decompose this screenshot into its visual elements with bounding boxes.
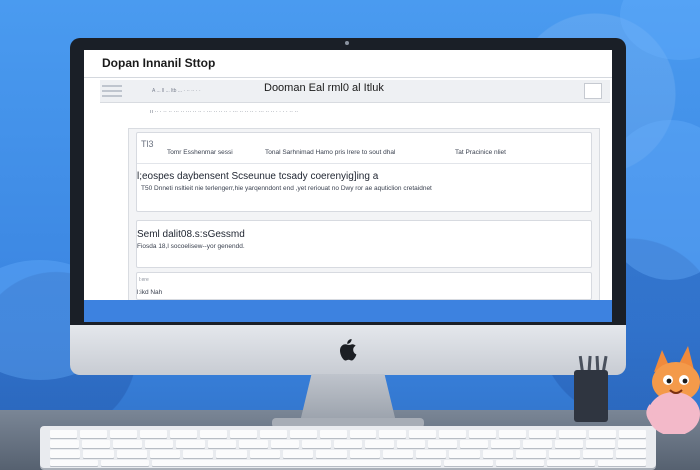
sub-navigation[interactable]: ıı ·· · ·· ·· ··· ·· ··· ·· ·· · ··· ·· … — [150, 109, 570, 115]
card-tag: Tl3 — [141, 139, 154, 149]
window-control-button[interactable] — [584, 83, 602, 99]
page-title: Dooman Eal rml0 al Itluk — [264, 82, 384, 94]
divider — [84, 77, 612, 78]
breadcrumb: A ... ll ... ltb ... · ·· ·· · · — [152, 88, 201, 94]
status-bar — [84, 300, 612, 322]
apple-logo-icon — [340, 339, 357, 361]
cartoon-creature-icon — [646, 346, 700, 434]
keyboard — [40, 426, 656, 468]
app-title: Dopan Innanil Sttop — [102, 56, 216, 70]
table-cell: Tomr Esshenmar sessi — [167, 149, 233, 156]
table-cell: Tat Pracinice nliet — [455, 149, 506, 156]
card-heading: Seml dalit08.s:sGessmd — [137, 229, 245, 240]
pen-holder — [574, 370, 608, 422]
table-cell: Tonal Sarhnimad Hamo pris lrere to sout … — [265, 149, 396, 156]
content-card[interactable]: Seml dalit08.s:sGessmd Fiosda 18,l socoe… — [136, 220, 592, 268]
card-small-label: l:ere — [139, 277, 149, 283]
card-label: l:ikd Nah — [137, 289, 163, 296]
content-card[interactable]: l:ere l:ikd Nah — [136, 272, 592, 300]
card-detail: Fiosda 18,l socoelisew--yor genendd. — [137, 243, 245, 250]
content-card[interactable]: Tl3 Tomr Esshenmar sessi Tonal Sarhnimad… — [136, 132, 592, 212]
menu-icon[interactable] — [102, 82, 122, 102]
divider — [137, 163, 591, 164]
monitor-stand — [300, 374, 396, 422]
card-detail: T50 Dnneti nsltieit nie terlengerr,hie y… — [141, 185, 432, 192]
camera-icon — [345, 41, 349, 45]
card-heading: l;eospes daybensent Scseunue tcsady coer… — [137, 171, 379, 182]
monitor-screen: Dopan Innanil Sttop A ... ll ... ltb ...… — [84, 50, 612, 322]
